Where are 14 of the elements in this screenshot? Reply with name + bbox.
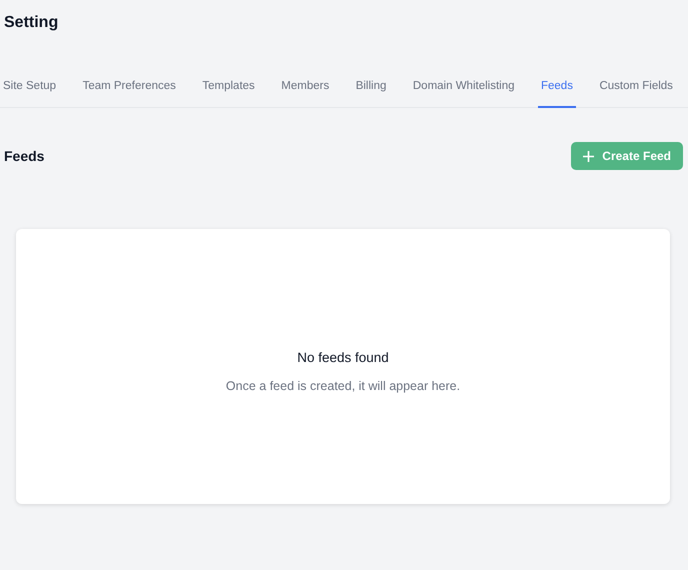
plus-icon — [583, 150, 594, 162]
section-title: Feeds — [4, 146, 44, 166]
empty-state-message: Once a feed is created, it will appear here. — [226, 378, 460, 395]
tab[interactable]: Team Preferences — [80, 70, 179, 108]
create-feed-button[interactable]: Create Feed — [571, 142, 683, 170]
tab[interactable]: Members — [278, 70, 332, 108]
tab[interactable]: Domain Whitelisting — [410, 70, 518, 108]
tab[interactable]: Site Setup — [0, 70, 60, 108]
tab[interactable]: Templates — [199, 70, 258, 108]
page-title: Setting — [3, 13, 60, 33]
tab[interactable]: Billing — [352, 70, 390, 108]
tab[interactable]: Custom Fields — [596, 70, 676, 108]
tab[interactable]: Feeds — [538, 70, 576, 108]
empty-state-title: No feeds found — [297, 349, 389, 368]
